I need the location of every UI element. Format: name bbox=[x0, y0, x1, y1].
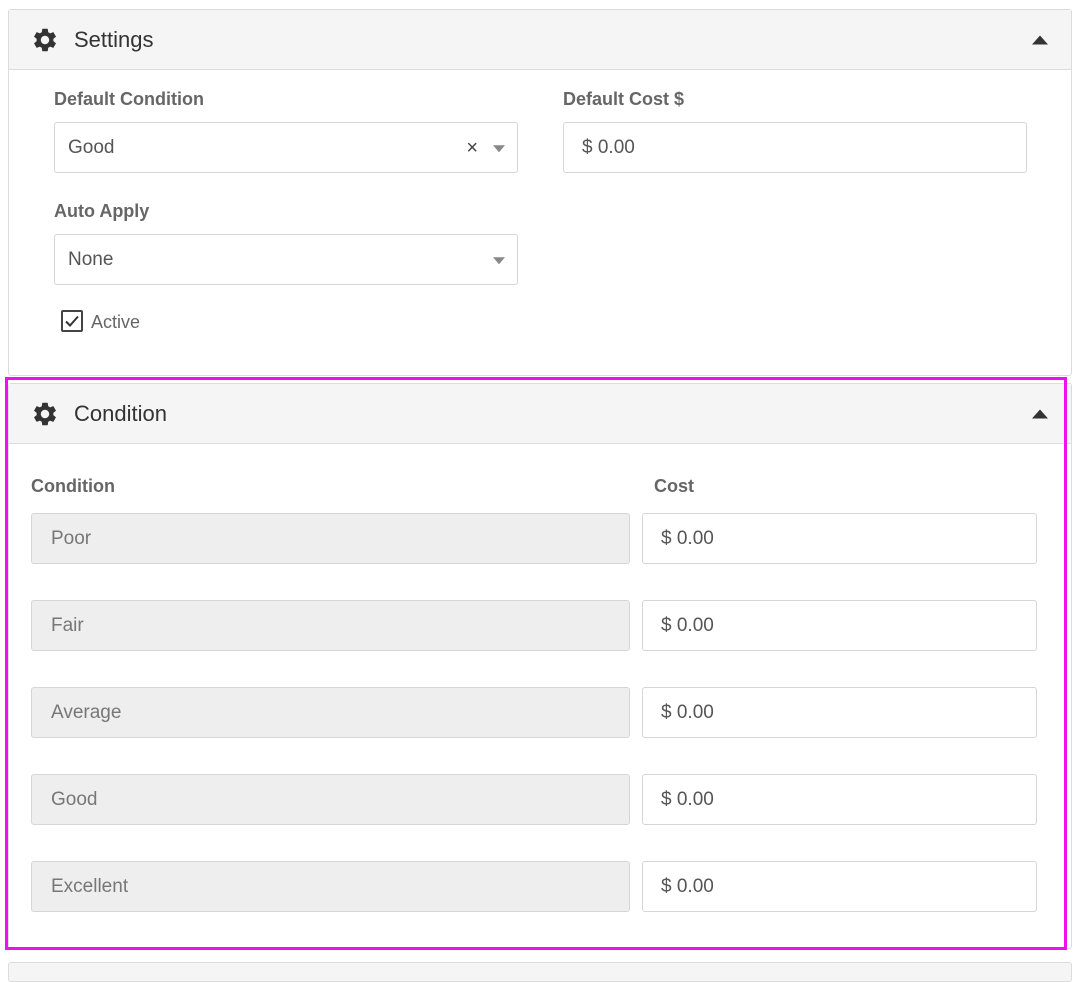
condition-cost-value: $ 0.00 bbox=[661, 614, 714, 636]
check-icon bbox=[65, 315, 79, 327]
auto-apply-value: None bbox=[68, 248, 114, 270]
condition-cost-input[interactable]: $ 0.00 bbox=[642, 687, 1037, 738]
condition-cost-input[interactable]: $ 0.00 bbox=[642, 600, 1037, 651]
default-condition-label: Default Condition bbox=[54, 89, 204, 109]
default-cost-label: Default Cost $ bbox=[563, 89, 685, 109]
condition-cost-value: $ 0.00 bbox=[661, 788, 714, 810]
clear-icon[interactable]: × bbox=[466, 138, 478, 158]
condition-name-field: Good bbox=[31, 774, 630, 825]
condition-panel-title: Condition bbox=[74, 400, 167, 426]
active-label: Active bbox=[91, 312, 141, 332]
condition-name-value: Fair bbox=[51, 614, 84, 636]
chevron-down-icon[interactable] bbox=[493, 144, 505, 152]
condition-name-value: Poor bbox=[51, 527, 92, 549]
condition-cost-value: $ 0.00 bbox=[661, 875, 714, 897]
gear-icon bbox=[31, 26, 59, 54]
condition-name-value: Average bbox=[51, 701, 122, 723]
condition-cost-input[interactable]: $ 0.00 bbox=[642, 861, 1037, 912]
condition-name-value: Good bbox=[51, 788, 98, 810]
condition-panel-header[interactable]: Condition bbox=[9, 384, 1071, 444]
settings-panel: Settings bbox=[8, 9, 1072, 376]
active-checkbox[interactable] bbox=[61, 310, 83, 332]
condition-cost-value: $ 0.00 bbox=[661, 527, 714, 549]
condition-name-value: Excellent bbox=[51, 875, 129, 897]
auto-apply-label: Auto Apply bbox=[54, 201, 150, 221]
chevron-down-icon[interactable] bbox=[493, 256, 505, 264]
condition-name-field: Excellent bbox=[31, 861, 630, 912]
condition-cost-input[interactable]: $ 0.00 bbox=[642, 513, 1037, 564]
default-condition-select[interactable]: Good × bbox=[54, 122, 518, 173]
default-condition-value: Good bbox=[68, 136, 115, 158]
caret-up-icon[interactable] bbox=[1032, 409, 1048, 418]
settings-panel-header[interactable]: Settings bbox=[9, 10, 1071, 70]
default-cost-value: $ 0.00 bbox=[582, 136, 635, 158]
default-cost-input[interactable]: $ 0.00 bbox=[563, 122, 1027, 173]
cost-column-header: Cost bbox=[654, 476, 694, 496]
condition-cost-value: $ 0.00 bbox=[661, 701, 714, 723]
condition-cost-input[interactable]: $ 0.00 bbox=[642, 774, 1037, 825]
condition-column-header: Condition bbox=[31, 476, 115, 496]
condition-name-field: Poor bbox=[31, 513, 630, 564]
next-panel-edge bbox=[8, 962, 1072, 982]
condition-name-field: Fair bbox=[31, 600, 630, 651]
settings-panel-title: Settings bbox=[74, 26, 154, 52]
gear-icon bbox=[31, 400, 59, 428]
condition-name-field: Average bbox=[31, 687, 630, 738]
auto-apply-select[interactable]: None bbox=[54, 234, 518, 285]
caret-up-icon[interactable] bbox=[1032, 35, 1048, 44]
